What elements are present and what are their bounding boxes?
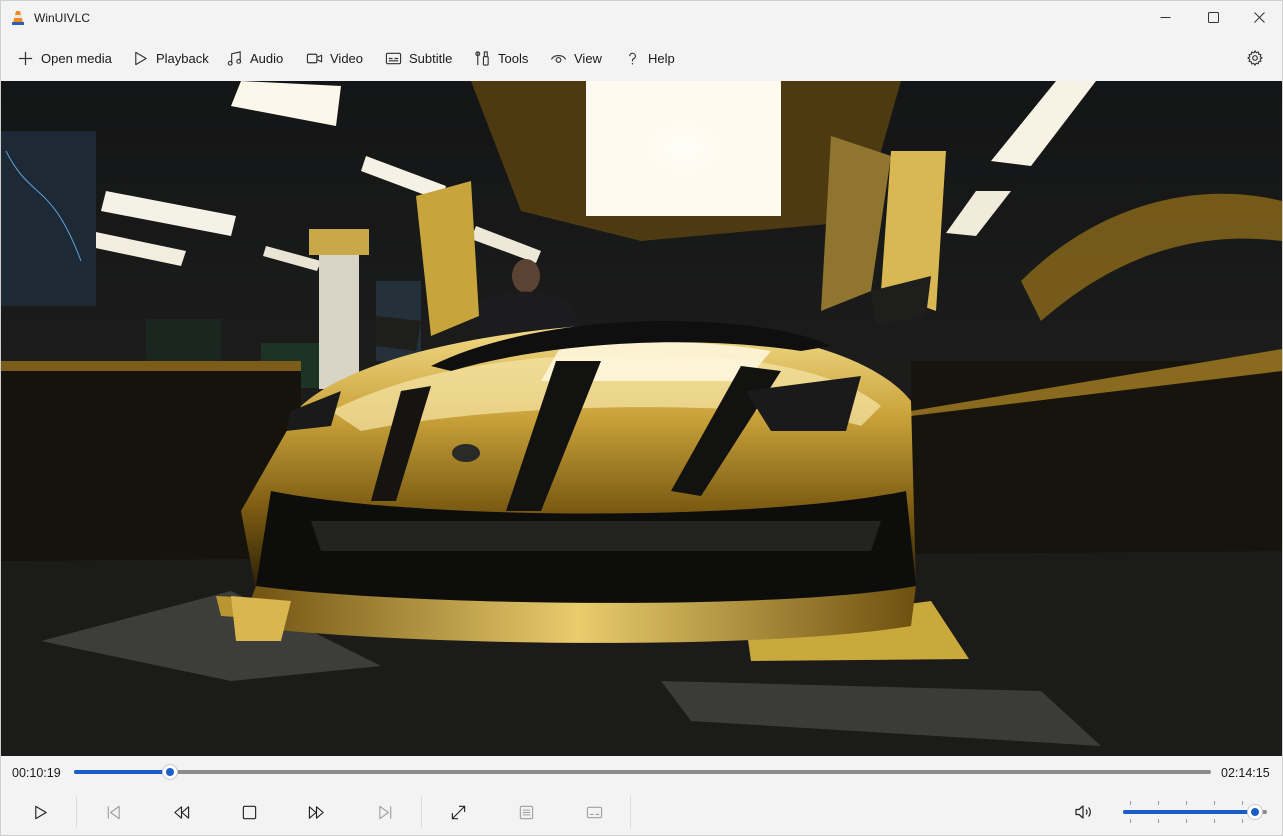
eye-icon: [549, 49, 567, 67]
menu-playback[interactable]: Playback: [131, 41, 209, 75]
rewind-button[interactable]: [166, 797, 196, 827]
volume-tick: [1214, 819, 1215, 823]
close-icon: [1253, 11, 1265, 23]
current-time: 00:10:19: [12, 766, 61, 780]
play-icon: [34, 805, 47, 819]
volume-tick: [1158, 801, 1159, 805]
subtitles-toggle-icon: [586, 806, 602, 818]
menu-video-label: Video: [330, 50, 364, 66]
menu-open-media[interactable]: Open media: [16, 41, 112, 75]
close-button[interactable]: [1236, 1, 1282, 33]
volume-level: [1123, 810, 1256, 814]
maximize-icon: [1207, 11, 1219, 23]
stop-button[interactable]: [234, 797, 264, 827]
subtitle-icon: [384, 49, 402, 67]
volume-tick: [1130, 801, 1131, 805]
subtitles-toggle-button[interactable]: [579, 797, 609, 827]
menu-open-media-label: Open media: [41, 50, 112, 66]
seek-slider[interactable]: [74, 765, 1211, 779]
minimize-button[interactable]: [1142, 1, 1188, 33]
menu-audio[interactable]: Audio: [225, 41, 283, 75]
app-window: WinUIVLC Open media Playback Audio Video: [0, 0, 1283, 836]
volume-tick: [1186, 819, 1187, 823]
previous-icon: [107, 805, 120, 819]
play-outline-icon: [131, 49, 149, 67]
maximize-button[interactable]: [1190, 1, 1236, 33]
menu-subtitle[interactable]: Subtitle: [384, 41, 452, 75]
stop-icon: [242, 805, 256, 819]
menu-help-label: Help: [648, 50, 675, 66]
seek-progress: [74, 770, 171, 774]
gear-icon[interactable]: [1246, 49, 1264, 67]
menu-subtitle-label: Subtitle: [409, 50, 453, 66]
controls-divider: [76, 796, 77, 828]
volume-icon[interactable]: [1073, 801, 1095, 823]
question-mark-icon: [623, 49, 641, 67]
chapters-button[interactable]: [511, 797, 541, 827]
video-camera-icon: [305, 49, 323, 67]
fast-forward-button[interactable]: [301, 797, 331, 827]
seek-thumb[interactable]: [163, 765, 178, 779]
video-frame: [1, 81, 1282, 756]
menu-bar: Open media Playback Audio Video Subtitle…: [1, 41, 1282, 75]
fast-forward-icon: [308, 805, 324, 819]
volume-thumb[interactable]: [1248, 805, 1263, 819]
previous-button[interactable]: [98, 797, 128, 827]
volume-tick: [1214, 801, 1215, 805]
menu-video[interactable]: Video: [305, 41, 363, 75]
volume-tick: [1158, 819, 1159, 823]
fullscreen-button[interactable]: [443, 797, 473, 827]
plus-icon: [16, 49, 34, 67]
volume-slider[interactable]: [1123, 805, 1267, 819]
music-note-icon: [225, 49, 243, 67]
volume-tick: [1186, 801, 1187, 805]
vlc-cone-icon: [12, 11, 24, 25]
total-time: 02:14:15: [1221, 766, 1270, 780]
minimize-icon: [1160, 16, 1170, 18]
video-player-surface[interactable]: [1, 81, 1282, 756]
menu-tools-label: Tools: [498, 50, 529, 66]
chapters-icon: [519, 805, 533, 819]
volume-tick: [1130, 819, 1131, 823]
menu-playback-label: Playback: [156, 50, 209, 66]
volume-tick: [1242, 819, 1243, 823]
menu-tools[interactable]: Tools: [473, 41, 528, 75]
window-title: WinUIVLC: [34, 11, 91, 25]
menu-view[interactable]: View: [549, 41, 602, 75]
menu-view-label: View: [574, 50, 602, 66]
tools-icon: [473, 49, 491, 67]
fullscreen-icon: [451, 805, 465, 819]
next-button[interactable]: [370, 797, 400, 827]
title-bar: WinUIVLC: [1, 1, 1282, 35]
play-button[interactable]: [25, 797, 55, 827]
menu-help[interactable]: Help: [623, 41, 675, 75]
controls-divider: [630, 796, 631, 828]
volume-tick: [1242, 801, 1243, 805]
next-icon: [378, 805, 391, 819]
menu-audio-label: Audio: [250, 50, 284, 66]
controls-divider: [421, 796, 422, 828]
rewind-icon: [173, 805, 189, 819]
